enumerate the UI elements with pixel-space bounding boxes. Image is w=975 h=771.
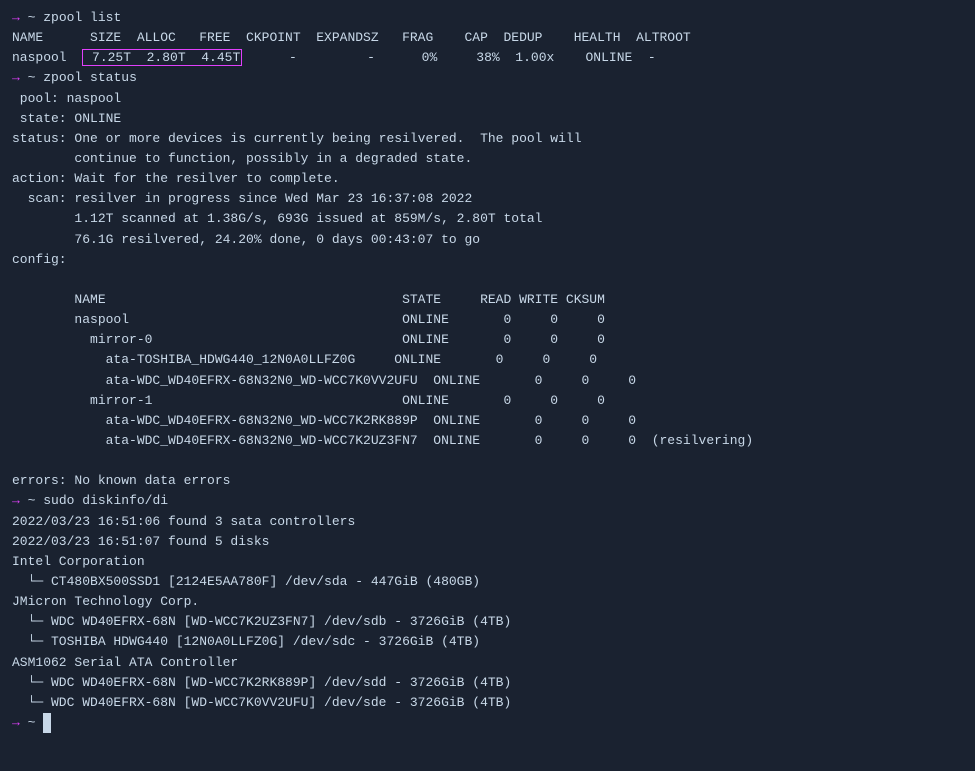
prompt-cmd-2: zpool status (43, 70, 137, 85)
config-wdc-vv2ufu: ata-WDC_WD40EFRX-68N32N0_WD-WCC7K0VV2UFU… (12, 371, 963, 391)
disk-sdb: └─ WDC WD40EFRX-68N [WD-WCC7K2UZ3FN7] /d… (12, 612, 963, 632)
config-naspool: naspool ONLINE 0 0 0 (12, 310, 963, 330)
col-headers: NAME SIZE ALLOC FREE CKPOINT EXPANDSZ FR… (12, 28, 963, 48)
config-line: config: (12, 250, 963, 270)
terminal: → ~ zpool list NAME SIZE ALLOC FREE CKPO… (12, 8, 963, 733)
prompt-diskinfo: → ~ sudo diskinfo/di (12, 491, 963, 511)
disk-sda: └─ CT480BX500SSD1 [2124E5AA780F] /dev/sd… (12, 572, 963, 592)
prompt-tilde-2: ~ (28, 70, 36, 85)
blank-2 (12, 451, 963, 471)
disk-sdc: └─ TOSHIBA HDWG440 [12N0A0LLFZ0G] /dev/s… (12, 632, 963, 652)
config-mirror0: mirror-0 ONLINE 0 0 0 (12, 330, 963, 350)
disk-sdd: └─ WDC WD40EFRX-68N [WD-WCC7K2RK889P] /d… (12, 673, 963, 693)
pool-line: pool: naspool (12, 89, 963, 109)
jmicron-corp: JMicron Technology Corp. (12, 592, 963, 612)
action-line: action: Wait for the resilver to complet… (12, 169, 963, 189)
config-toshiba: ata-TOSHIBA_HDWG440_12N0A0LLFZ0G ONLINE … (12, 350, 963, 370)
prompt-cmd-3: sudo diskinfo/di (43, 493, 168, 508)
prompt-arrow-3: → (12, 493, 20, 508)
diskinfo-controllers: 2022/03/23 16:51:06 found 3 sata control… (12, 512, 963, 532)
line-4: → ~ zpool status (12, 68, 963, 88)
scan-line-2: 1.12T scanned at 1.38G/s, 693G issued at… (12, 209, 963, 229)
diskinfo-disks: 2022/03/23 16:51:07 found 5 disks (12, 532, 963, 552)
naspool-row: naspool 7.25T 2.80T 4.45T - - 0% 38% 1.0… (12, 48, 963, 68)
status-line-1: status: One or more devices is currently… (12, 129, 963, 149)
prompt-tilde-1: ~ (28, 10, 36, 25)
config-mirror1: mirror-1 ONLINE 0 0 0 (12, 391, 963, 411)
blank-1 (12, 270, 963, 290)
cursor (43, 713, 51, 733)
errors-line: errors: No known data errors (12, 471, 963, 491)
status-line-2: continue to function, possibly in a degr… (12, 149, 963, 169)
disk-sde: └─ WDC WD40EFRX-68N [WD-WCC7K0VV2UFU] /d… (12, 693, 963, 713)
prompt-tilde-4: ~ (28, 715, 36, 730)
config-wdc-rk889p: ata-WDC_WD40EFRX-68N32N0_WD-WCC7K2RK889P… (12, 411, 963, 431)
line-1: → ~ zpool list (12, 8, 963, 28)
config-wdc-uz3fn7: ata-WDC_WD40EFRX-68N32N0_WD-WCC7K2UZ3FN7… (12, 431, 963, 451)
scan-line-1: scan: resilver in progress since Wed Mar… (12, 189, 963, 209)
final-prompt[interactable]: → ~ (12, 713, 963, 733)
state-line: state: ONLINE (12, 109, 963, 129)
intel-corp: Intel Corporation (12, 552, 963, 572)
prompt-arrow-4: → (12, 715, 20, 730)
prompt-cmd-1: zpool list (43, 10, 121, 25)
config-header: NAME STATE READ WRITE CKSUM (12, 290, 963, 310)
prompt-arrow-1: → (12, 10, 20, 25)
asm1062-corp: ASM1062 Serial ATA Controller (12, 653, 963, 673)
scan-line-3: 76.1G resilvered, 24.20% done, 0 days 00… (12, 230, 963, 250)
prompt-arrow-2: → (12, 70, 20, 85)
naspool-highlight: 7.25T 2.80T 4.45T (82, 49, 242, 66)
prompt-tilde-3: ~ (28, 493, 36, 508)
